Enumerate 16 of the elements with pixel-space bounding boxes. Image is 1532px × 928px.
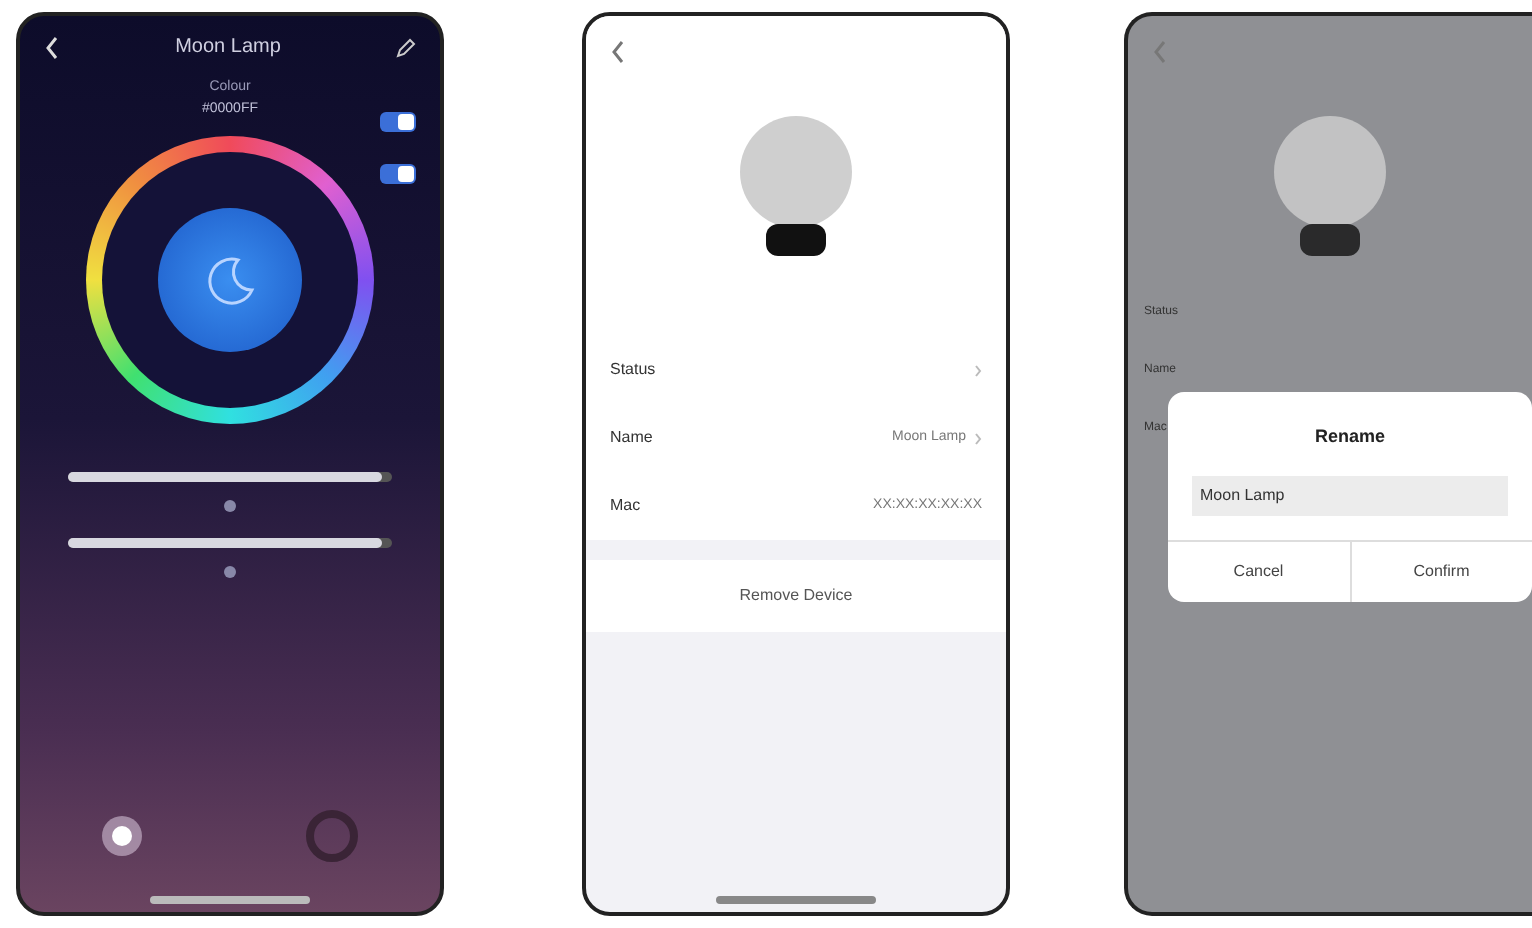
row-label: Name xyxy=(610,426,653,450)
toggle-switch[interactable] xyxy=(380,112,416,132)
chevron-icon xyxy=(974,431,982,445)
moon-icon xyxy=(202,252,258,308)
dialog-button[interactable]: Confirm xyxy=(1349,541,1532,601)
remove-device-button[interactable]: Remove Device xyxy=(586,560,1006,632)
chevron-icon xyxy=(974,363,982,377)
toggle-switch[interactable] xyxy=(380,164,416,184)
dialog-button[interactable]: Cancel xyxy=(1168,541,1349,601)
row-label: Mac xyxy=(610,494,641,518)
edit-icon[interactable] xyxy=(396,37,416,57)
sun-icon[interactable] xyxy=(100,814,144,858)
row-label: Status xyxy=(610,358,656,382)
screen-title: Moon Lamp xyxy=(175,34,281,62)
dialog-title: Rename xyxy=(1314,424,1385,450)
name-input-field[interactable]: Moon Lamp xyxy=(1192,475,1508,515)
